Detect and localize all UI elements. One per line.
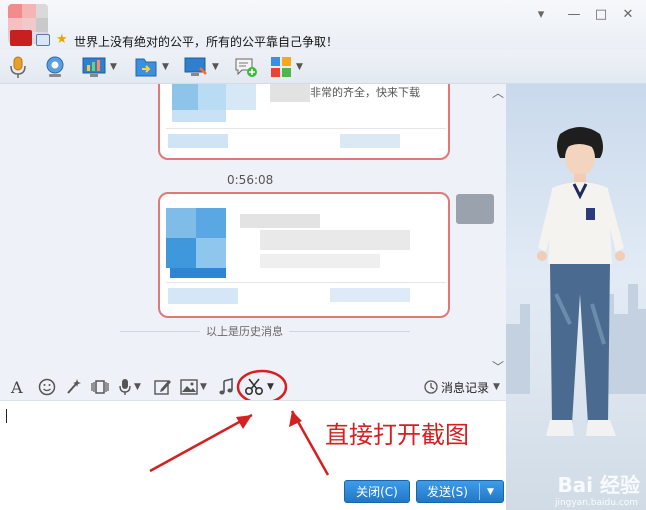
- title-bar: ★ 世界上没有绝对的公平，所有的公平靠自己争取！ ▾ — □ ✕: [0, 0, 646, 50]
- sender-avatar[interactable]: [456, 194, 494, 224]
- chevron-down-icon[interactable]: ▼: [134, 382, 141, 392]
- watermark: Bai 经验: [557, 473, 640, 497]
- image-icon: [180, 379, 198, 395]
- watermark-url: jingyan.baidu.com: [554, 498, 638, 508]
- monitor-share-icon: [184, 57, 207, 76]
- menu-dropdown-icon[interactable]: ▾: [532, 6, 550, 24]
- chevron-down-icon[interactable]: ▼: [296, 62, 303, 72]
- close-button-label: 关闭(C): [356, 485, 398, 499]
- message-timestamp: 0:56:08: [227, 173, 274, 187]
- webcam-icon: [46, 56, 64, 77]
- remote-desktop-button[interactable]: ▼: [82, 55, 117, 79]
- chevron-down-icon[interactable]: ▼: [162, 62, 169, 72]
- font-icon: A: [10, 378, 23, 396]
- collapse-up-icon[interactable]: ︿: [492, 84, 504, 101]
- microphone-icon: [10, 56, 26, 78]
- minimize-button[interactable]: —: [565, 6, 583, 24]
- text-caret: [6, 409, 7, 423]
- window-shake-icon: [91, 380, 109, 394]
- blurred-image: [172, 84, 198, 110]
- add-contact-button[interactable]: [234, 55, 258, 79]
- microphone-icon: [119, 379, 131, 395]
- contact-signature: 世界上没有绝对的公平，所有的公平靠自己争取！: [74, 35, 339, 49]
- chevron-down-icon[interactable]: ▼: [110, 62, 117, 72]
- message-text: 非常的齐全，快来下载: [310, 86, 420, 99]
- send-button-label: 发送(S): [427, 485, 468, 499]
- send-image-button[interactable]: ▼: [180, 378, 207, 396]
- clock-icon: [424, 380, 438, 394]
- annotation-text: 直接打开截图: [325, 421, 469, 449]
- video-call-button[interactable]: [44, 55, 66, 79]
- close-window-button[interactable]: ✕: [619, 6, 637, 24]
- maximize-button[interactable]: □: [592, 6, 610, 24]
- collapse-down-icon[interactable]: ﹀: [492, 358, 504, 374]
- emoji-button[interactable]: [38, 378, 56, 396]
- message-history-label: 消息记录: [441, 380, 490, 395]
- chevron-down-icon[interactable]: ▼: [200, 382, 207, 392]
- device-status-icon: [36, 34, 50, 46]
- send-file-button[interactable]: ▼: [134, 55, 169, 79]
- message-bubble[interactable]: [158, 192, 450, 318]
- chat-add-icon: [235, 58, 257, 77]
- apps-button[interactable]: ▼: [270, 55, 303, 79]
- music-button[interactable]: [218, 378, 234, 396]
- chevron-down-icon: ▼: [493, 382, 500, 392]
- magic-emoji-button[interactable]: [64, 378, 82, 396]
- file-transfer-icon: [135, 58, 157, 77]
- smiley-icon: [38, 378, 56, 396]
- show-panel: Bai 经验 jingyan.baidu.com: [506, 84, 646, 510]
- monitor-chart-icon: [82, 57, 106, 77]
- flag-badge-icon: [10, 30, 32, 46]
- chat-history[interactable]: 非常的齐全，快来下载 ︿ 0:56:08 以上是历史消息 ﹀: [0, 84, 506, 374]
- chat-toolbar: ▼ ▼ ▼ ▼: [0, 50, 646, 84]
- close-button[interactable]: 关闭(C): [344, 480, 410, 503]
- font-button[interactable]: A: [10, 378, 26, 396]
- app-grid-icon: [271, 57, 291, 77]
- character-avatar[interactable]: [530, 124, 630, 454]
- blurred-image: [166, 208, 196, 238]
- screen-share-button[interactable]: ▼: [184, 55, 219, 79]
- send-options-icon[interactable]: ▼: [487, 487, 494, 497]
- voice-call-button[interactable]: [8, 55, 28, 79]
- voice-message-button[interactable]: ▼: [118, 378, 141, 396]
- shake-button[interactable]: [90, 378, 110, 396]
- message-history-button[interactable]: 消息记录 ▼: [424, 378, 500, 396]
- doodle-button[interactable]: [154, 378, 172, 396]
- music-note-icon: [219, 378, 233, 395]
- send-button[interactable]: 发送(S) ▼: [416, 480, 504, 503]
- message-input[interactable]: 直接打开截图 关闭(C) 发送(S) ▼: [0, 400, 506, 510]
- edit-pen-icon: [154, 380, 171, 395]
- message-bubble[interactable]: 非常的齐全，快来下载: [158, 84, 450, 160]
- input-toolbar: A ▼ ▼ ▼ 消息记录 ▼: [0, 369, 506, 405]
- chevron-down-icon[interactable]: ▼: [212, 62, 219, 72]
- star-icon: ★: [56, 32, 68, 47]
- annotation-arrows: [149, 410, 330, 476]
- magic-wand-icon: [67, 379, 81, 394]
- svg-text:A: A: [10, 378, 23, 396]
- history-label: 以上是历史消息: [200, 323, 289, 339]
